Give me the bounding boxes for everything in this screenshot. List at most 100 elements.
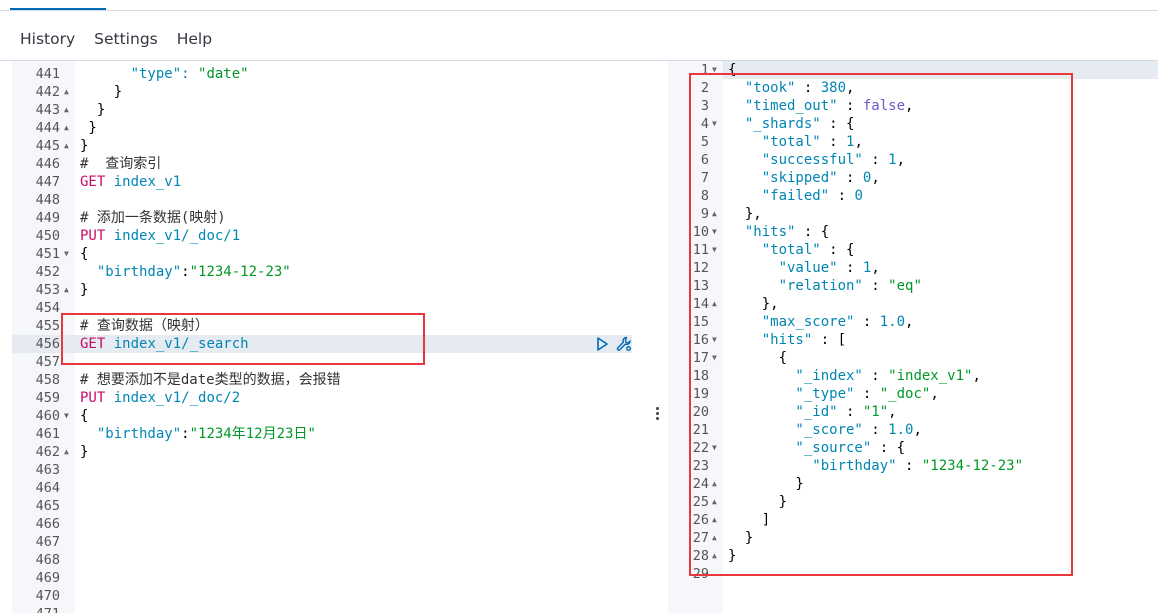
fold-close-icon[interactable]: ▲	[64, 119, 69, 137]
response-line: 18 "_index" : "index_v1",	[668, 367, 1158, 385]
line-number: 461	[35, 426, 60, 442]
fold-open-icon[interactable]: ▼	[712, 331, 717, 349]
request-line: 462 ▲}	[12, 443, 650, 461]
fold-close-icon[interactable]: ▲	[712, 529, 717, 547]
fold-open-icon[interactable]: ▼	[712, 439, 717, 457]
code-token: ,	[871, 170, 880, 186]
code-token: "_source"	[728, 440, 872, 456]
fold-open-icon[interactable]: ▼	[712, 349, 717, 367]
menu-help[interactable]: Help	[167, 25, 221, 55]
code-token: "took"	[728, 80, 796, 96]
code-token: :	[854, 386, 880, 402]
fold-open-icon[interactable]: ▼	[712, 223, 717, 241]
fold-open-icon[interactable]: ▼	[712, 241, 717, 259]
line-number: 460	[35, 408, 60, 424]
code-token: ,	[905, 314, 914, 330]
request-line: 452 "birthday":"1234-12-23"	[12, 263, 650, 281]
response-line: 2 "took" : 380,	[668, 79, 1158, 97]
code-token: "timed_out"	[728, 98, 838, 114]
fold-close-icon[interactable]: ▲	[64, 83, 69, 101]
play-icon[interactable]	[594, 336, 610, 352]
code-token: 1	[888, 152, 897, 168]
code-text: PUT index_v1/_doc/2	[80, 389, 240, 407]
code-text: # 查询数据（映射）	[80, 317, 209, 335]
fold-open-icon[interactable]: ▼	[712, 115, 717, 133]
menu-settings[interactable]: Settings	[84, 25, 167, 55]
top-tab-strip	[0, 0, 1158, 11]
code-token: ,	[972, 368, 981, 384]
request-line: 455 # 查询数据（映射）	[12, 317, 650, 335]
line-number: 455	[35, 318, 60, 334]
code-token: index_v1/_search	[105, 336, 249, 352]
response-line: 10 ▼ "hits" : {	[668, 223, 1158, 241]
fold-open-icon[interactable]: ▼	[64, 245, 69, 263]
line-number: 448	[35, 192, 60, 208]
code-token: {	[80, 408, 89, 424]
line-number: 458	[35, 372, 60, 388]
code-text: "hits" : [	[728, 331, 846, 349]
code-token: :	[862, 422, 889, 438]
fold-close-icon[interactable]: ▲	[64, 137, 69, 155]
line-number: 445	[35, 138, 60, 154]
code-token: # 查询索引	[80, 156, 162, 172]
fold-close-icon[interactable]: ▲	[712, 475, 717, 493]
request-line: 443 ▲ }	[12, 101, 650, 119]
code-token: {	[728, 62, 737, 78]
request-line: 471	[12, 605, 650, 613]
line-number: 462	[35, 444, 60, 460]
fold-close-icon[interactable]: ▲	[64, 443, 69, 461]
fold-close-icon[interactable]: ▲	[712, 493, 717, 511]
menu-history[interactable]: History	[0, 25, 84, 55]
code-token: "total"	[728, 134, 821, 150]
line-number: 24	[692, 476, 709, 492]
code-token: : {	[820, 116, 855, 132]
line-number: 446	[35, 156, 60, 172]
code-text: "max_score" : 1.0,	[728, 313, 914, 331]
fold-close-icon[interactable]: ▲	[712, 295, 717, 313]
fold-open-icon[interactable]: ▼	[712, 61, 717, 79]
response-line: 23 "birthday" : "1234-12-23"	[668, 457, 1158, 475]
fold-close-icon[interactable]: ▲	[64, 101, 69, 119]
fold-close-icon[interactable]: ▲	[64, 281, 69, 299]
response-line: 11 ▼ "total" : {	[668, 241, 1158, 259]
code-text: }	[80, 119, 96, 137]
code-token: : {	[871, 440, 906, 456]
line-number: 14	[692, 296, 709, 312]
code-token: "type":	[80, 66, 199, 82]
code-text: ]	[728, 511, 770, 529]
code-token: "1234-12-23"	[189, 264, 291, 280]
resize-handle-icon[interactable]	[656, 405, 660, 422]
request-editor[interactable]: 441 "type": "date" 442 ▲ } 443 ▲ } 444 ▲ } 445 ▲…	[12, 61, 650, 613]
code-text: }	[80, 101, 105, 119]
code-token: :	[181, 426, 190, 442]
wrench-icon[interactable]	[616, 336, 632, 352]
fold-close-icon[interactable]: ▲	[712, 511, 717, 529]
code-text: "birthday" : "1234-12-23"	[728, 457, 1023, 475]
code-text: "_score" : 1.0,	[728, 421, 921, 439]
line-number: 7	[700, 170, 709, 186]
code-token: }	[728, 494, 788, 510]
request-line: 460 ▼ {	[12, 407, 650, 425]
code-token: "failed"	[728, 188, 830, 204]
fold-close-icon[interactable]: ▲	[712, 547, 717, 565]
console-menu: History Settings Help	[0, 25, 221, 55]
code-text: GET index_v1	[80, 173, 181, 191]
request-line: 466	[12, 515, 650, 533]
fold-close-icon[interactable]: ▲	[712, 205, 717, 223]
line-number: 459	[35, 390, 60, 406]
fold-open-icon[interactable]: ▼	[64, 407, 69, 425]
code-text: "successful" : 1,	[728, 151, 905, 169]
code-token: :	[829, 188, 855, 204]
code-token: }	[728, 476, 804, 492]
pane-splitter[interactable]	[650, 61, 668, 613]
code-token: "skipped"	[728, 170, 838, 186]
response-viewer[interactable]: 1 ▼{2 "took" : 380, 3 "timed_out" : false,…	[668, 61, 1158, 613]
line-number: 22	[692, 440, 709, 456]
code-token: "hits"	[728, 224, 796, 240]
request-line: 467	[12, 533, 650, 551]
line-number: 467	[35, 534, 60, 550]
code-token: :	[837, 260, 863, 276]
request-line: 470	[12, 587, 650, 605]
response-line: 7 "skipped" : 0,	[668, 169, 1158, 187]
line-number: 12	[692, 260, 709, 276]
